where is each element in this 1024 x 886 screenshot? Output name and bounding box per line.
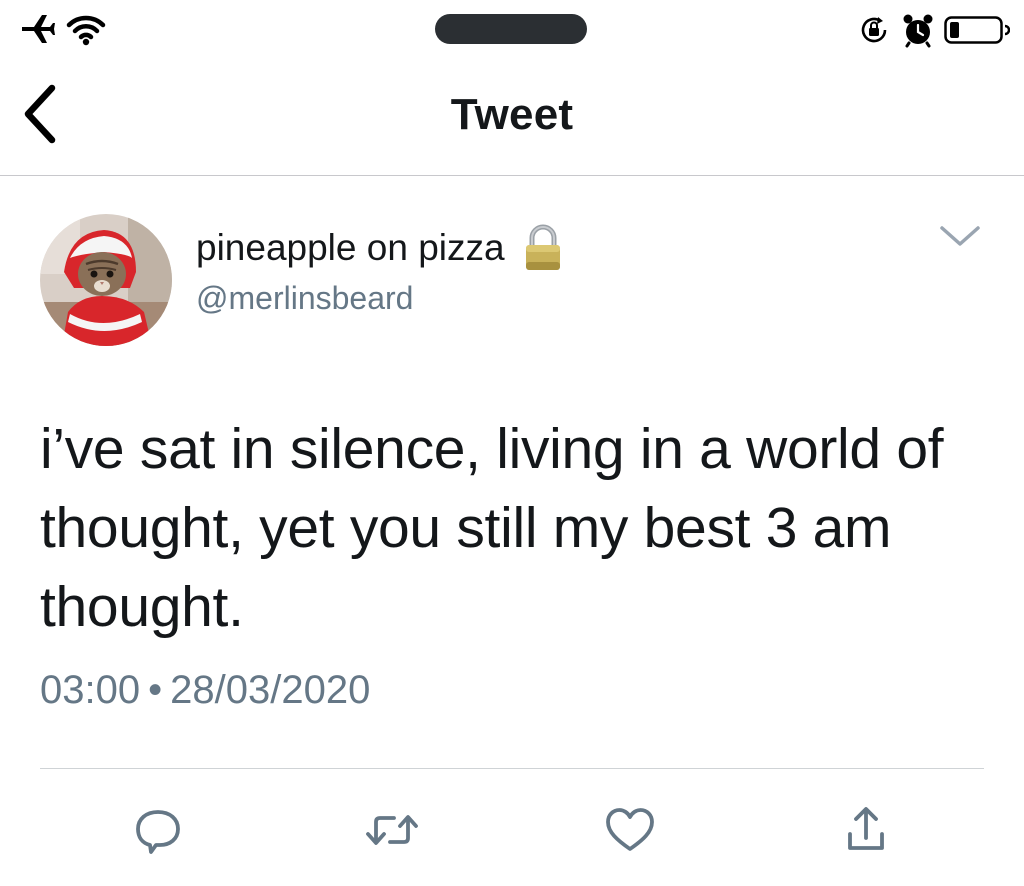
alarm-icon [903, 14, 933, 48]
user-handle[interactable]: @merlinsbeard [196, 280, 413, 317]
battery-icon [944, 16, 1010, 44]
lock-icon [525, 224, 560, 270]
rotation-lock-icon [861, 17, 887, 43]
timestamp-separator: • [148, 668, 163, 712]
status-bar [0, 0, 1024, 60]
tweet-timestamp: 03:00 • 28/03/2020 [40, 668, 370, 713]
share-icon [848, 807, 884, 850]
retweet-button[interactable] [362, 800, 422, 860]
tweet-text: i’ve sat in silence, living in a world o… [40, 417, 944, 639]
tweet-date: 28/03/2020 [170, 668, 371, 712]
divider [40, 768, 984, 769]
wifi-icon [66, 15, 106, 46]
page-title: Tweet [450, 90, 574, 139]
like-icon [606, 808, 654, 851]
avatar-image [40, 214, 172, 346]
tweet-time: 03:00 [40, 668, 141, 712]
retweet-icon [366, 815, 418, 845]
nav-bar: Tweet [0, 60, 1024, 176]
display-name[interactable]: pineapple on pizza [196, 227, 505, 269]
avatar[interactable] [40, 214, 172, 346]
share-button[interactable] [836, 800, 896, 860]
reply-button[interactable] [128, 800, 188, 860]
notch-pill [435, 14, 587, 44]
display-name-row: pineapple on pizza [196, 224, 563, 272]
chevron-down-icon [940, 226, 980, 246]
like-button[interactable] [600, 800, 660, 860]
tweet-menu-button[interactable] [930, 218, 990, 258]
reply-icon [136, 810, 180, 854]
airplane-icon [22, 15, 55, 43]
tweet-detail-screen: Tweet pineapple on pizza @merlinsbeard i… [0, 0, 1024, 886]
